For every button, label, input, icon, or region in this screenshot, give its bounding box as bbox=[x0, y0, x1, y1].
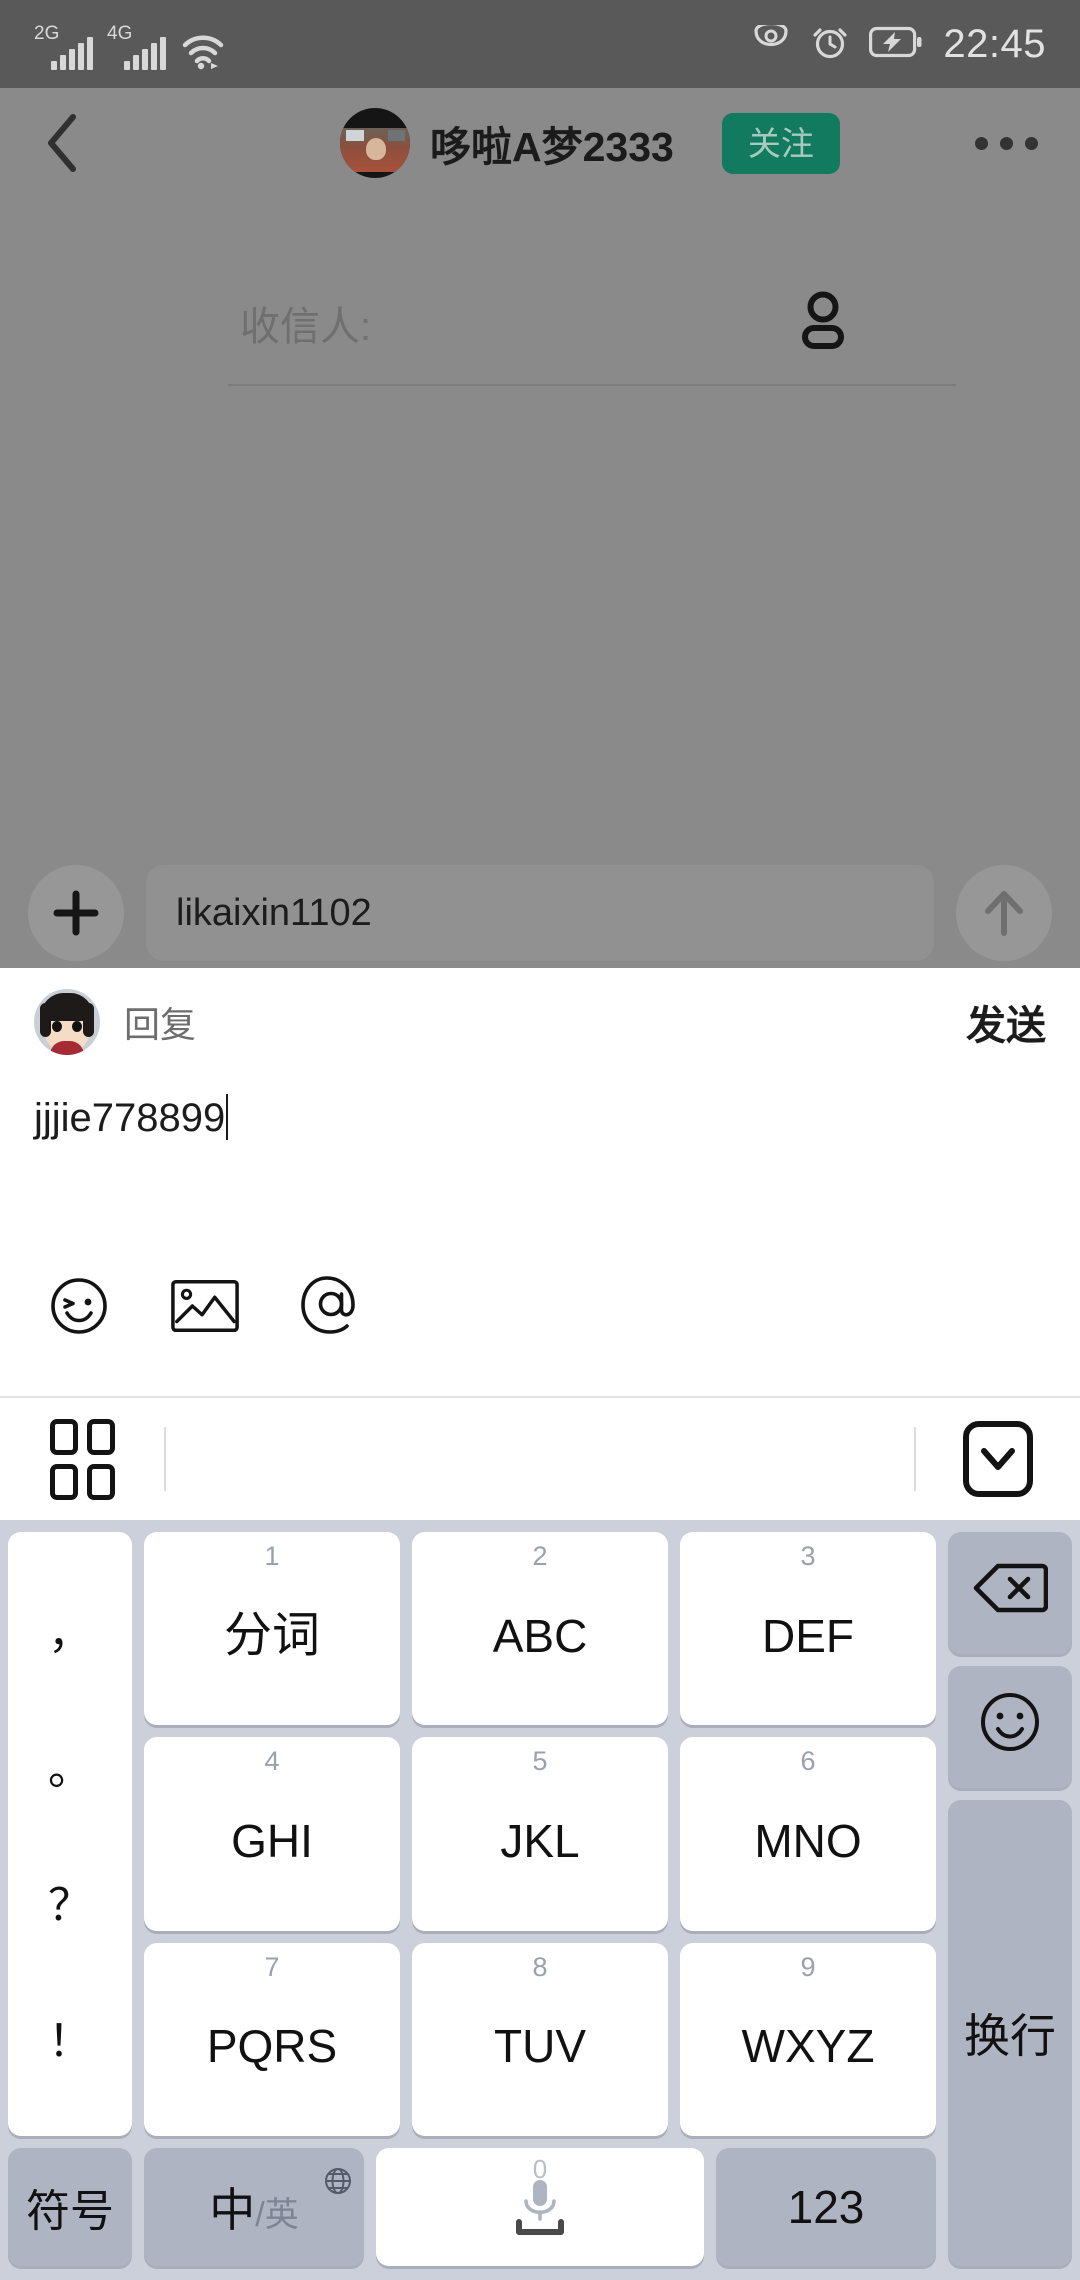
reply-header: 回复 发送 bbox=[0, 968, 1080, 1076]
key-2-label: ABC bbox=[492, 1609, 588, 1662]
space-number: 0 bbox=[532, 2153, 548, 2184]
punctuation-key[interactable]: ， 。 ？ ！ bbox=[8, 1532, 132, 2136]
reply-input-area[interactable]: jjjie778899 bbox=[0, 1076, 1080, 1246]
punct-comma: ， bbox=[48, 1609, 92, 1658]
wifi-icon bbox=[180, 26, 226, 70]
image-icon[interactable] bbox=[170, 1271, 240, 1341]
background-message-input[interactable]: likaixin1102 bbox=[146, 865, 934, 961]
keyboard-toolbar bbox=[0, 1398, 1080, 1520]
microphone-icon bbox=[509, 2174, 571, 2249]
key-8-label: TUV bbox=[494, 2020, 586, 2073]
key-7[interactable]: 7 PQRS bbox=[144, 1942, 400, 2136]
status-bar-left: 2G 4G bbox=[34, 18, 226, 70]
key-6-number: 6 bbox=[800, 1746, 816, 1777]
status-bar-right: 22:45 bbox=[751, 21, 1046, 67]
arrow-up-icon[interactable] bbox=[956, 865, 1052, 961]
clock-time: 22:45 bbox=[943, 21, 1046, 66]
status-bar: 2G 4G 22:45 bbox=[0, 0, 1080, 88]
keyboard-right-column: 换行 bbox=[948, 1532, 1072, 2266]
punct-exclaim: ！ bbox=[48, 2017, 92, 2066]
send-button[interactable]: 发送 bbox=[966, 993, 1046, 1051]
mention-icon[interactable] bbox=[296, 1271, 366, 1341]
hide-keyboard-icon[interactable] bbox=[916, 1420, 1080, 1498]
alarm-clock-icon bbox=[811, 23, 849, 66]
key-5-number: 5 bbox=[532, 1746, 548, 1777]
profile-header[interactable]: 哆啦A梦2333 关注 bbox=[340, 108, 840, 178]
language-switch-key[interactable]: 中 /英 bbox=[144, 2147, 364, 2266]
punct-period: 。 bbox=[48, 1745, 92, 1794]
key-9[interactable]: 9 WXYZ bbox=[680, 1942, 936, 2136]
emoji-key-icon bbox=[977, 1689, 1043, 1766]
key-5[interactable]: 5 JKL bbox=[412, 1737, 668, 1931]
key-2-number: 2 bbox=[532, 1541, 548, 1571]
globe-icon bbox=[324, 2156, 352, 2206]
toolbar-separator-left bbox=[164, 1427, 166, 1491]
key-4-label: GHI bbox=[231, 1814, 313, 1867]
navigation-bar: 哆啦A梦2333 关注 bbox=[0, 88, 1080, 198]
signal-icon-sim1: 2G bbox=[34, 23, 93, 70]
key-5-label: JKL bbox=[500, 1814, 580, 1867]
person-icon[interactable] bbox=[794, 290, 852, 357]
key-3-label: DEF bbox=[762, 1609, 854, 1662]
follow-button[interactable]: 关注 bbox=[721, 112, 840, 174]
emoji-key[interactable] bbox=[948, 1666, 1072, 1788]
keyboard-row-3: 7 PQRS 8 TUV 9 WXYZ bbox=[144, 1942, 936, 2136]
language-cn-label: 中 bbox=[209, 2183, 256, 2236]
grid-menu-icon[interactable] bbox=[0, 1418, 164, 1500]
key-8[interactable]: 8 TUV bbox=[412, 1942, 668, 2136]
reply-label: 回复 bbox=[124, 1004, 197, 1045]
key-9-label: WXYZ bbox=[741, 2020, 875, 2073]
key-7-label: PQRS bbox=[206, 2020, 338, 2073]
back-chevron-icon[interactable] bbox=[28, 108, 98, 178]
key-3[interactable]: 3 DEF bbox=[680, 1532, 936, 1726]
recipient-label: 收信人: bbox=[240, 305, 372, 349]
key-4-number: 4 bbox=[264, 1746, 280, 1777]
key-1[interactable]: 1 分词 bbox=[144, 1532, 400, 1726]
key-2[interactable]: 2 ABC bbox=[412, 1532, 668, 1726]
keyboard-punctuation-column: ， 。 ？ ！ 符号 bbox=[8, 1532, 132, 2266]
key-7-number: 7 bbox=[264, 1951, 280, 1982]
keyboard-row-2: 4 GHI 5 JKL 6 MNO bbox=[144, 1737, 936, 1931]
keyboard: ， 。 ？ ！ 符号 1 分词 2 ABC 3 DEF 4 GHI 5 JKL … bbox=[0, 1520, 1080, 2280]
recipient-row[interactable]: 收信人: bbox=[0, 268, 1080, 378]
text-caret bbox=[226, 1094, 229, 1140]
signal-icon-sim2: 4G bbox=[107, 23, 166, 70]
dimmed-background-page: 哆啦A梦2333 关注 收信人: likaixin1102 bbox=[0, 88, 1080, 968]
numbers-key[interactable]: 123 bbox=[716, 2147, 936, 2266]
key-4[interactable]: 4 GHI bbox=[144, 1737, 400, 1931]
recipient-underline bbox=[228, 384, 956, 386]
battery-charging-icon bbox=[869, 26, 923, 63]
symbol-key[interactable]: 符号 bbox=[8, 2148, 132, 2266]
key-8-number: 8 bbox=[532, 1951, 548, 1982]
background-composer: likaixin1102 bbox=[0, 858, 1080, 968]
plus-icon[interactable] bbox=[28, 865, 124, 961]
keyboard-bottom-row: 中 /英 0 123 bbox=[144, 2147, 936, 2266]
avatar[interactable] bbox=[340, 108, 410, 178]
network-type-label-1: 2G bbox=[34, 23, 60, 44]
backspace-icon bbox=[972, 1560, 1049, 1627]
eye-icon bbox=[751, 21, 791, 64]
punct-question: ？ bbox=[48, 1881, 92, 1930]
key-3-number: 3 bbox=[800, 1541, 816, 1571]
emoji-icon[interactable] bbox=[44, 1271, 114, 1341]
reply-tools bbox=[0, 1246, 1080, 1366]
key-1-number: 1 bbox=[264, 1541, 280, 1571]
newline-key[interactable]: 换行 bbox=[948, 1800, 1072, 2266]
backspace-key[interactable] bbox=[948, 1532, 1072, 1654]
keyboard-main-column: 1 分词 2 ABC 3 DEF 4 GHI 5 JKL 6 MNO 7 PQR… bbox=[144, 1532, 936, 2266]
page-title: 哆啦A梦2333 bbox=[430, 124, 674, 170]
key-1-label: 分词 bbox=[223, 1608, 320, 1662]
reply-user-avatar[interactable] bbox=[34, 989, 100, 1055]
more-options-icon[interactable] bbox=[975, 136, 1052, 150]
phone-screen: 2G 4G 22:45 哆啦A梦2333 关注 收信人: likaixin110… bbox=[0, 0, 1080, 2280]
key-9-number: 9 bbox=[800, 1951, 816, 1982]
key-6[interactable]: 6 MNO bbox=[680, 1737, 936, 1931]
reply-sheet: 回复 发送 jjjie778899 bbox=[0, 968, 1080, 1398]
reply-input-value: jjjie778899 bbox=[34, 1096, 226, 1140]
key-6-label: MNO bbox=[754, 1814, 862, 1867]
keyboard-row-1: 1 分词 2 ABC 3 DEF bbox=[144, 1532, 936, 1726]
network-type-label-2: 4G bbox=[107, 23, 133, 44]
space-key[interactable]: 0 bbox=[376, 2147, 704, 2266]
language-en-label: /英 bbox=[255, 2195, 299, 2234]
